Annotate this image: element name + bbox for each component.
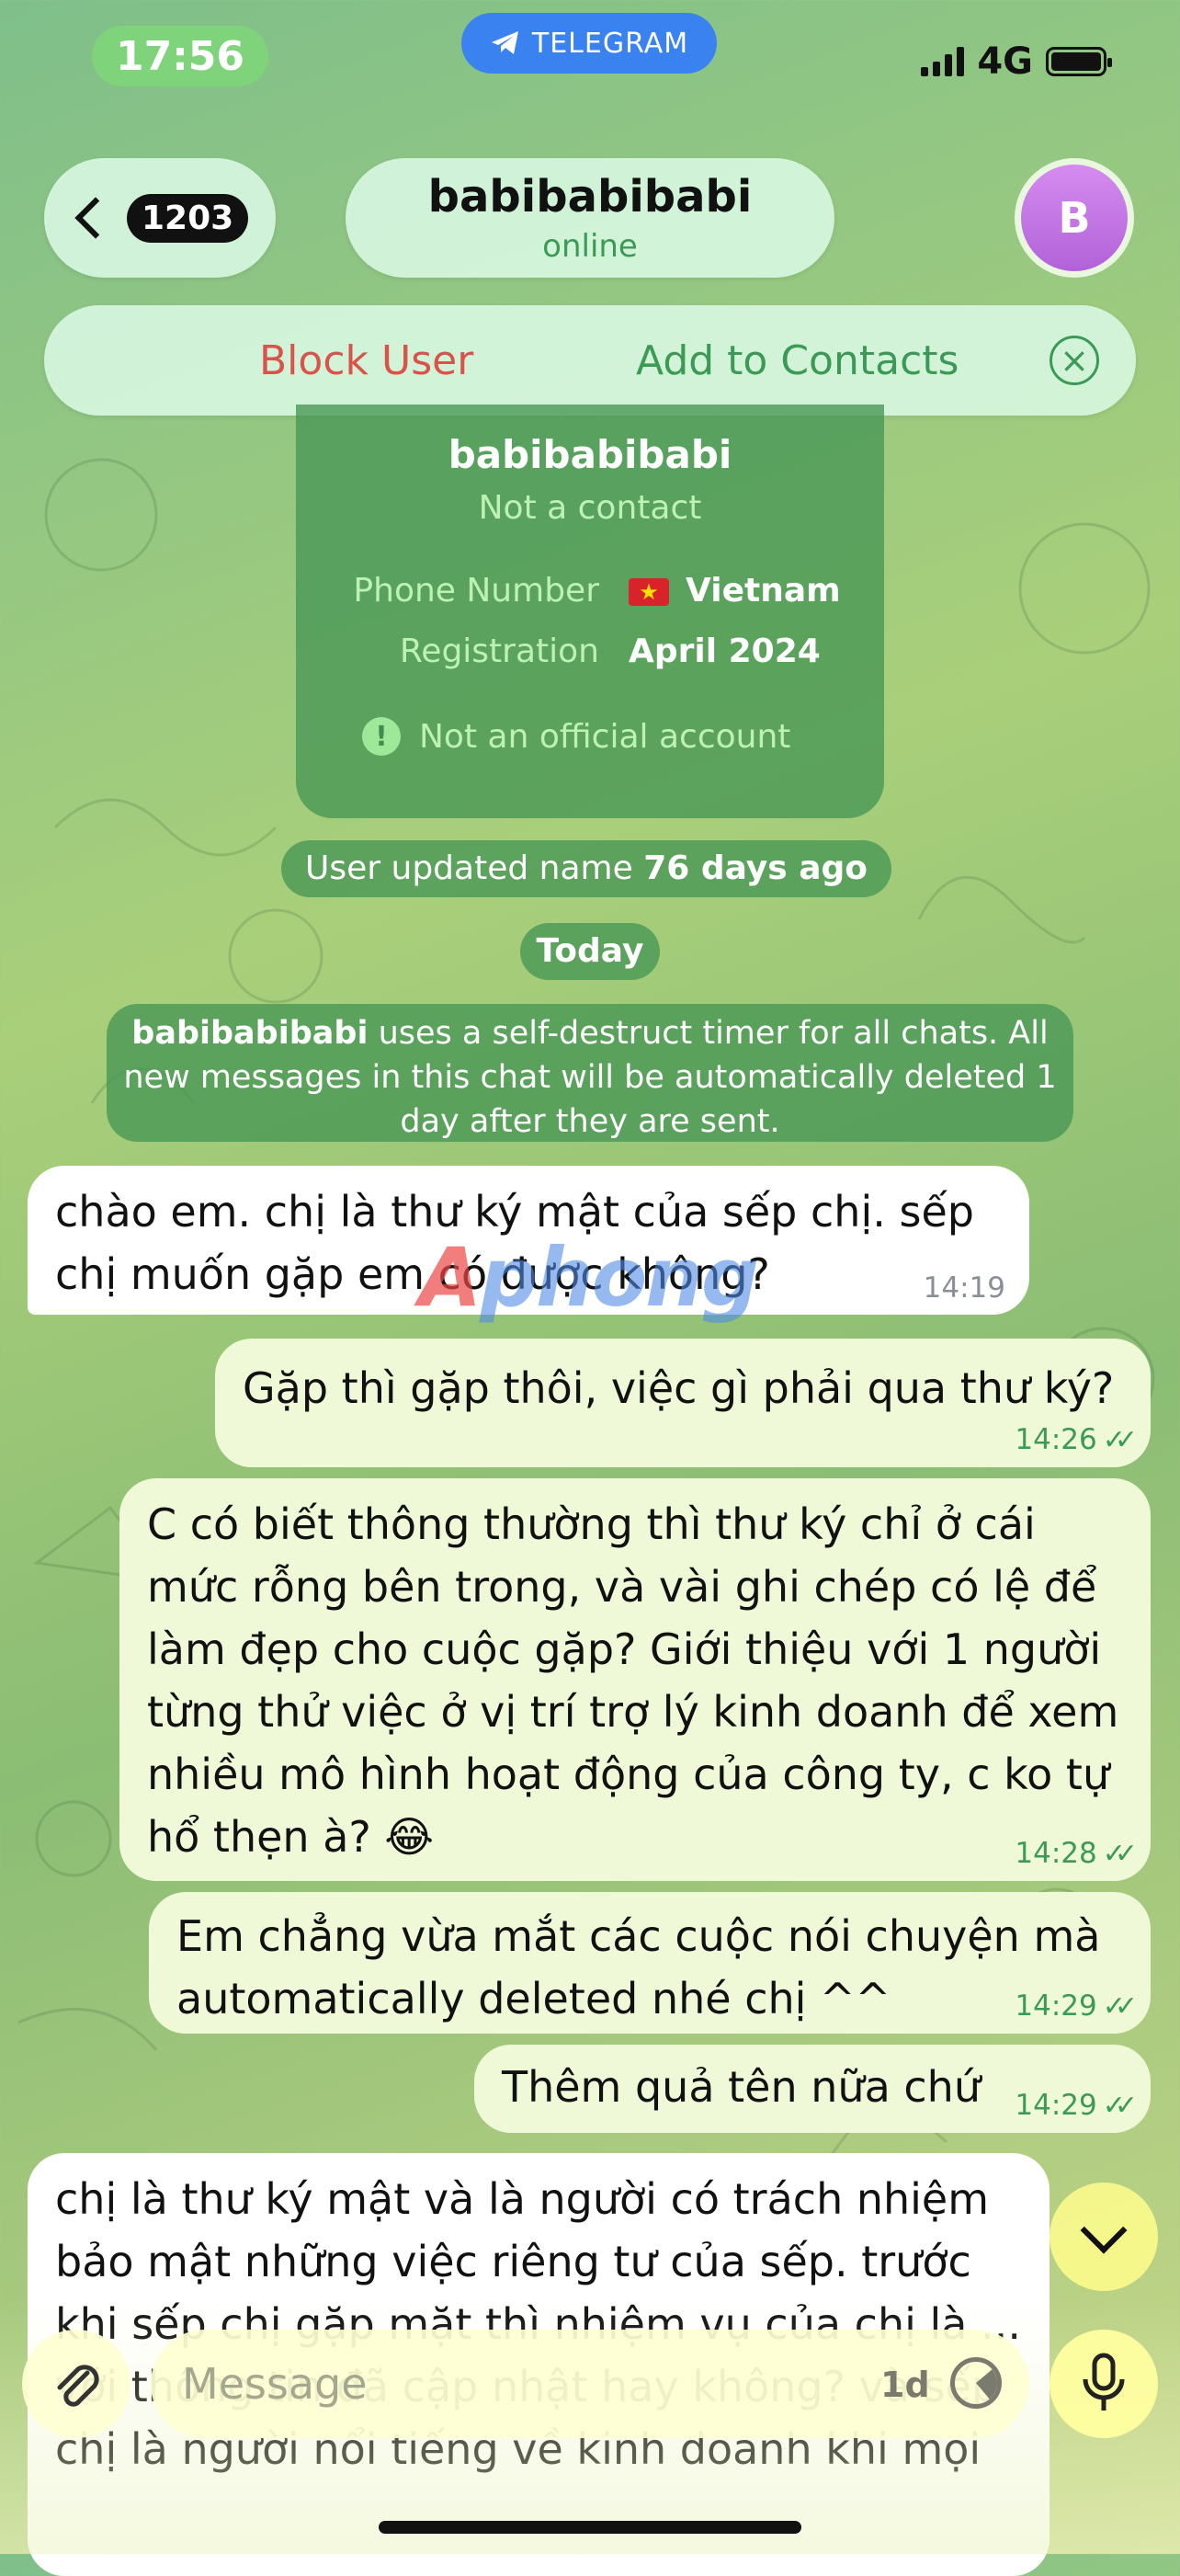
chat-title[interactable]: babibabibabi online: [346, 158, 834, 278]
registration-value: April 2024: [629, 633, 821, 670]
chevron-left-icon: [74, 197, 117, 239]
phone-value: ★ Vietnam: [629, 572, 841, 610]
contact-info-card: babibabibabi Not a contact Phone Number …: [296, 405, 884, 818]
voice-record-button[interactable]: [1050, 2330, 1158, 2438]
contact-action-bar: Block User Add to Contacts ×: [44, 305, 1136, 416]
message-meta: 14:29 ✓✓: [1015, 1989, 1138, 2023]
message-time: 14:19: [923, 1271, 1005, 1305]
message-bubble-outgoing[interactable]: C có biết thông thường thì thư ký chỉ ở …: [119, 1478, 1151, 1881]
avatar-letter: B: [1021, 165, 1128, 271]
registration-label: Registration: [399, 633, 599, 670]
message-text: Thêm quả tên nữa chứ: [502, 2062, 981, 2112]
telegram-icon: [491, 31, 518, 54]
avatar[interactable]: B: [1015, 158, 1134, 278]
paperclip-icon: [57, 2365, 99, 2407]
close-icon[interactable]: ×: [1050, 336, 1099, 385]
date-divider: Today: [520, 923, 660, 980]
message-time: 14:26: [1015, 1423, 1097, 1456]
message-bubble-outgoing[interactable]: Em chẳng vừa mắt các cuộc nói chuyện mà …: [149, 1892, 1151, 2034]
telegram-badge[interactable]: TELEGRAM: [461, 13, 717, 74]
watermark-logo: Aphong: [419, 1230, 759, 1325]
name-update-notice: User updated name 76 days ago: [281, 840, 891, 897]
message-time: 14:29: [1015, 2089, 1097, 2122]
double-check-icon: ✓✓: [1102, 2090, 1138, 2122]
unread-count-badge: 1203: [127, 193, 249, 243]
official-warning: ! Not an official account: [362, 717, 790, 756]
message-meta: 14:26 ✓✓: [1015, 1423, 1138, 1456]
back-button[interactable]: 1203: [44, 158, 276, 278]
chevron-down-icon: [1080, 2206, 1128, 2254]
attach-button[interactable]: [22, 2330, 130, 2438]
message-text: Gặp thì gặp thôi, việc gì phải qua thư k…: [243, 1363, 1115, 1413]
message-text: Em chẳng vừa mắt các cuộc nói chuyện mà …: [176, 1911, 1101, 2023]
message-time: 14:28: [1015, 1837, 1097, 1870]
add-to-contacts-button[interactable]: Add to Contacts: [636, 337, 959, 384]
self-destruct-timer-label[interactable]: 1d: [880, 2365, 930, 2405]
vietnam-flag-icon: ★: [629, 578, 669, 606]
scroll-to-bottom-button[interactable]: [1050, 2183, 1158, 2291]
info-subtitle: Not a contact: [478, 489, 702, 527]
exclamation-icon: !: [362, 717, 401, 756]
info-name: babibabibabi: [448, 432, 732, 477]
timer-icon[interactable]: [950, 2357, 1002, 2409]
battery-icon: [1046, 47, 1112, 76]
name-update-time: 76 days ago: [643, 849, 868, 887]
status-indicators: 4G: [921, 40, 1112, 83]
signal-icon: [921, 47, 965, 76]
phone-label: Phone Number: [353, 572, 599, 610]
self-destruct-notice: babibabibabi uses a self-destruct timer …: [107, 1004, 1073, 1142]
warning-text: Not an official account: [419, 717, 791, 756]
microphone-icon: [1083, 2353, 1125, 2411]
message-meta: 14:28 ✓✓: [1015, 1837, 1138, 1870]
status-time: 17:56: [92, 26, 268, 86]
message-bubble-outgoing[interactable]: Thêm quả tên nữa chứ 14:29 ✓✓: [474, 2045, 1151, 2133]
chat-name: babibabibabi: [427, 171, 753, 222]
home-indicator[interactable]: [379, 2521, 801, 2534]
double-check-icon: ✓✓: [1102, 1990, 1138, 2023]
double-check-icon: ✓✓: [1102, 1424, 1138, 1456]
timer-username: babibabibabi: [131, 1015, 369, 1052]
message-meta: 14:19: [924, 1272, 1005, 1304]
message-bubble-outgoing[interactable]: Gặp thì gặp thôi, việc gì phải qua thư k…: [215, 1339, 1151, 1467]
telegram-badge-label: TELEGRAM: [531, 27, 689, 60]
chat-status: online: [542, 228, 638, 265]
block-user-button[interactable]: Block User: [259, 337, 473, 384]
phone-country: Vietnam: [686, 572, 841, 610]
name-update-prefix: User updated name: [305, 849, 644, 887]
message-meta: 14:29 ✓✓: [1015, 2089, 1138, 2122]
message-time: 14:29: [1015, 1989, 1097, 2023]
network-label: 4G: [977, 40, 1033, 83]
double-check-icon: ✓✓: [1102, 1838, 1138, 1870]
message-text: C có biết thông thường thì thư ký chỉ ở …: [147, 1499, 1119, 1862]
